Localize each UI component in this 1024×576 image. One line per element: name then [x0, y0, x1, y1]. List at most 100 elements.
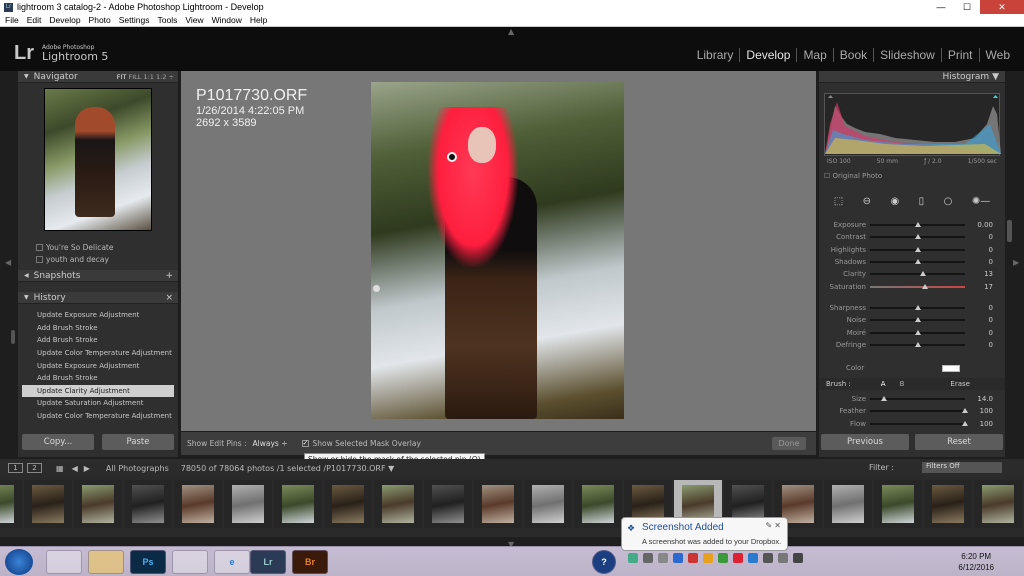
filmstrip-thumbnail[interactable]	[574, 480, 622, 528]
tray-icon[interactable]	[643, 553, 653, 563]
filmstrip-thumbnail[interactable]	[524, 480, 572, 528]
minimize-button[interactable]: —	[928, 0, 954, 14]
navigator-preview[interactable]	[44, 88, 152, 231]
menu-photo[interactable]: Photo	[89, 15, 111, 25]
slider-value[interactable]: 0	[965, 258, 993, 266]
selected-adjustment-pin-icon[interactable]	[447, 152, 457, 162]
slider-value[interactable]: 100	[965, 407, 993, 415]
tray-icon[interactable]	[733, 553, 743, 563]
internet-explorer-icon[interactable]: e	[214, 550, 250, 574]
menu-help[interactable]: Help	[250, 15, 267, 25]
spot-removal-tool-icon[interactable]: ⊖	[863, 196, 871, 207]
notification-close-icon[interactable]: ✎ ✕	[765, 521, 781, 530]
reset-button[interactable]: Reset	[915, 434, 1003, 450]
chrome-icon[interactable]	[46, 550, 82, 574]
lightroom-taskbar-icon[interactable]: Lr	[250, 550, 286, 574]
bridge-icon[interactable]: Br	[292, 550, 328, 574]
slider-thumb[interactable]	[914, 246, 921, 252]
menu-window[interactable]: Window	[212, 15, 242, 25]
slider-thumb[interactable]	[922, 283, 929, 289]
filmstrip-thumbnail[interactable]	[474, 480, 522, 528]
slider-thumb[interactable]	[914, 259, 921, 265]
paste-button[interactable]: Paste	[102, 434, 174, 450]
zoom-1-1[interactable]: 1:1	[143, 73, 153, 81]
filmstrip-thumbnail[interactable]	[324, 480, 372, 528]
slider-value[interactable]: 0	[965, 246, 993, 254]
previous-button[interactable]: Previous	[821, 434, 909, 450]
history-item[interactable]: Add Brush Stroke	[22, 322, 174, 335]
start-button[interactable]	[5, 549, 33, 575]
slider-thumb[interactable]	[881, 396, 888, 402]
brush-b-tab[interactable]: B	[900, 380, 905, 388]
slider-thumb[interactable]	[914, 222, 921, 228]
tray-icon[interactable]	[673, 553, 683, 563]
slider-track[interactable]	[870, 271, 965, 277]
slider-track[interactable]	[870, 283, 965, 289]
slider-thumb[interactable]	[914, 304, 921, 310]
slider-value[interactable]: 0	[965, 329, 993, 337]
word-icon[interactable]	[172, 550, 208, 574]
module-print[interactable]: Print	[940, 48, 979, 62]
history-item[interactable]: Update Exposure Adjustment	[22, 309, 174, 322]
filmstrip-thumbnail[interactable]	[224, 480, 272, 528]
back-arrow-icon[interactable]: ◀	[72, 464, 78, 473]
slider-value[interactable]: 14.0	[965, 395, 993, 403]
filmstrip-thumbnail[interactable]	[974, 480, 1022, 528]
slider-value[interactable]: 100	[965, 420, 993, 428]
color-swatch[interactable]	[942, 365, 960, 372]
module-web[interactable]: Web	[978, 48, 1016, 62]
right-panel-scrollbar[interactable]	[1007, 220, 1012, 242]
maximize-button[interactable]: ☐	[954, 0, 980, 14]
tray-icon[interactable]	[793, 553, 803, 563]
slider-track[interactable]	[870, 341, 965, 347]
filmstrip-thumbnail[interactable]	[824, 480, 872, 528]
filmstrip-thumbnail[interactable]	[274, 480, 322, 528]
top-panel-arrow-icon[interactable]: ▲	[508, 27, 514, 36]
history-header[interactable]: ▼ History ×	[18, 292, 178, 304]
filmstrip-thumbnail[interactable]	[24, 480, 72, 528]
menu-view[interactable]: View	[185, 15, 203, 25]
left-panel-scrollbar[interactable]	[11, 330, 15, 344]
slider-track[interactable]	[870, 222, 965, 228]
filmstrip-thumbnail[interactable]	[374, 480, 422, 528]
red-eye-tool-icon[interactable]: ◉	[890, 196, 899, 207]
module-library[interactable]: Library	[691, 48, 740, 62]
history-item[interactable]: Update Color Temperature Adjustment	[22, 410, 174, 423]
brush-erase-tab[interactable]: Erase	[950, 380, 970, 388]
history-item[interactable]: Update Exposure Adjustment	[22, 359, 174, 372]
second-window-button[interactable]: 2	[27, 463, 42, 473]
filter-select[interactable]: Filters Off	[922, 462, 1002, 473]
file-explorer-icon[interactable]	[88, 550, 124, 574]
filmstrip-thumbnail[interactable]	[874, 480, 922, 528]
system-clock[interactable]: 6:20 PM 6/12/2016	[958, 551, 994, 573]
slider-track[interactable]	[870, 420, 968, 426]
collection-item[interactable]: You're So Delicate	[18, 241, 178, 253]
zoom-fit[interactable]: FIT	[117, 73, 127, 81]
filmstrip-thumbnail[interactable]	[0, 480, 22, 528]
slider-thumb[interactable]	[920, 271, 927, 277]
snapshots-header[interactable]: ◀ Snapshots +	[18, 270, 178, 282]
slider-thumb[interactable]	[914, 329, 921, 335]
zoom-ratio[interactable]: 1:2 ÷	[156, 73, 174, 81]
menu-tools[interactable]: Tools	[157, 15, 177, 25]
main-photo[interactable]	[371, 82, 624, 419]
slider-thumb[interactable]	[914, 234, 921, 240]
dropbox-notification[interactable]: ❖ Screenshot Added A screenshot was adde…	[621, 517, 788, 551]
slider-track[interactable]	[870, 396, 965, 402]
slider-value[interactable]: 0	[965, 233, 993, 241]
original-photo-toggle[interactable]: ☐ Original Photo	[824, 172, 882, 180]
edit-pins-select[interactable]: Always ÷	[253, 439, 288, 448]
slider-track[interactable]	[870, 329, 965, 335]
history-item[interactable]: Add Brush Stroke	[22, 334, 174, 347]
slider-value[interactable]: 0	[965, 341, 993, 349]
slider-thumb[interactable]	[914, 341, 921, 347]
crop-tool-icon[interactable]: ⬚	[834, 196, 843, 207]
tray-icon[interactable]	[763, 553, 773, 563]
graduated-filter-tool-icon[interactable]: ▯	[919, 196, 925, 207]
slider-thumb[interactable]	[914, 317, 921, 323]
adjustment-pin-icon[interactable]	[373, 285, 380, 292]
slider-track[interactable]	[870, 408, 968, 414]
help-icon[interactable]: ?	[592, 550, 616, 574]
copy-button[interactable]: Copy...	[22, 434, 94, 450]
forward-arrow-icon[interactable]: ▶	[84, 464, 90, 473]
